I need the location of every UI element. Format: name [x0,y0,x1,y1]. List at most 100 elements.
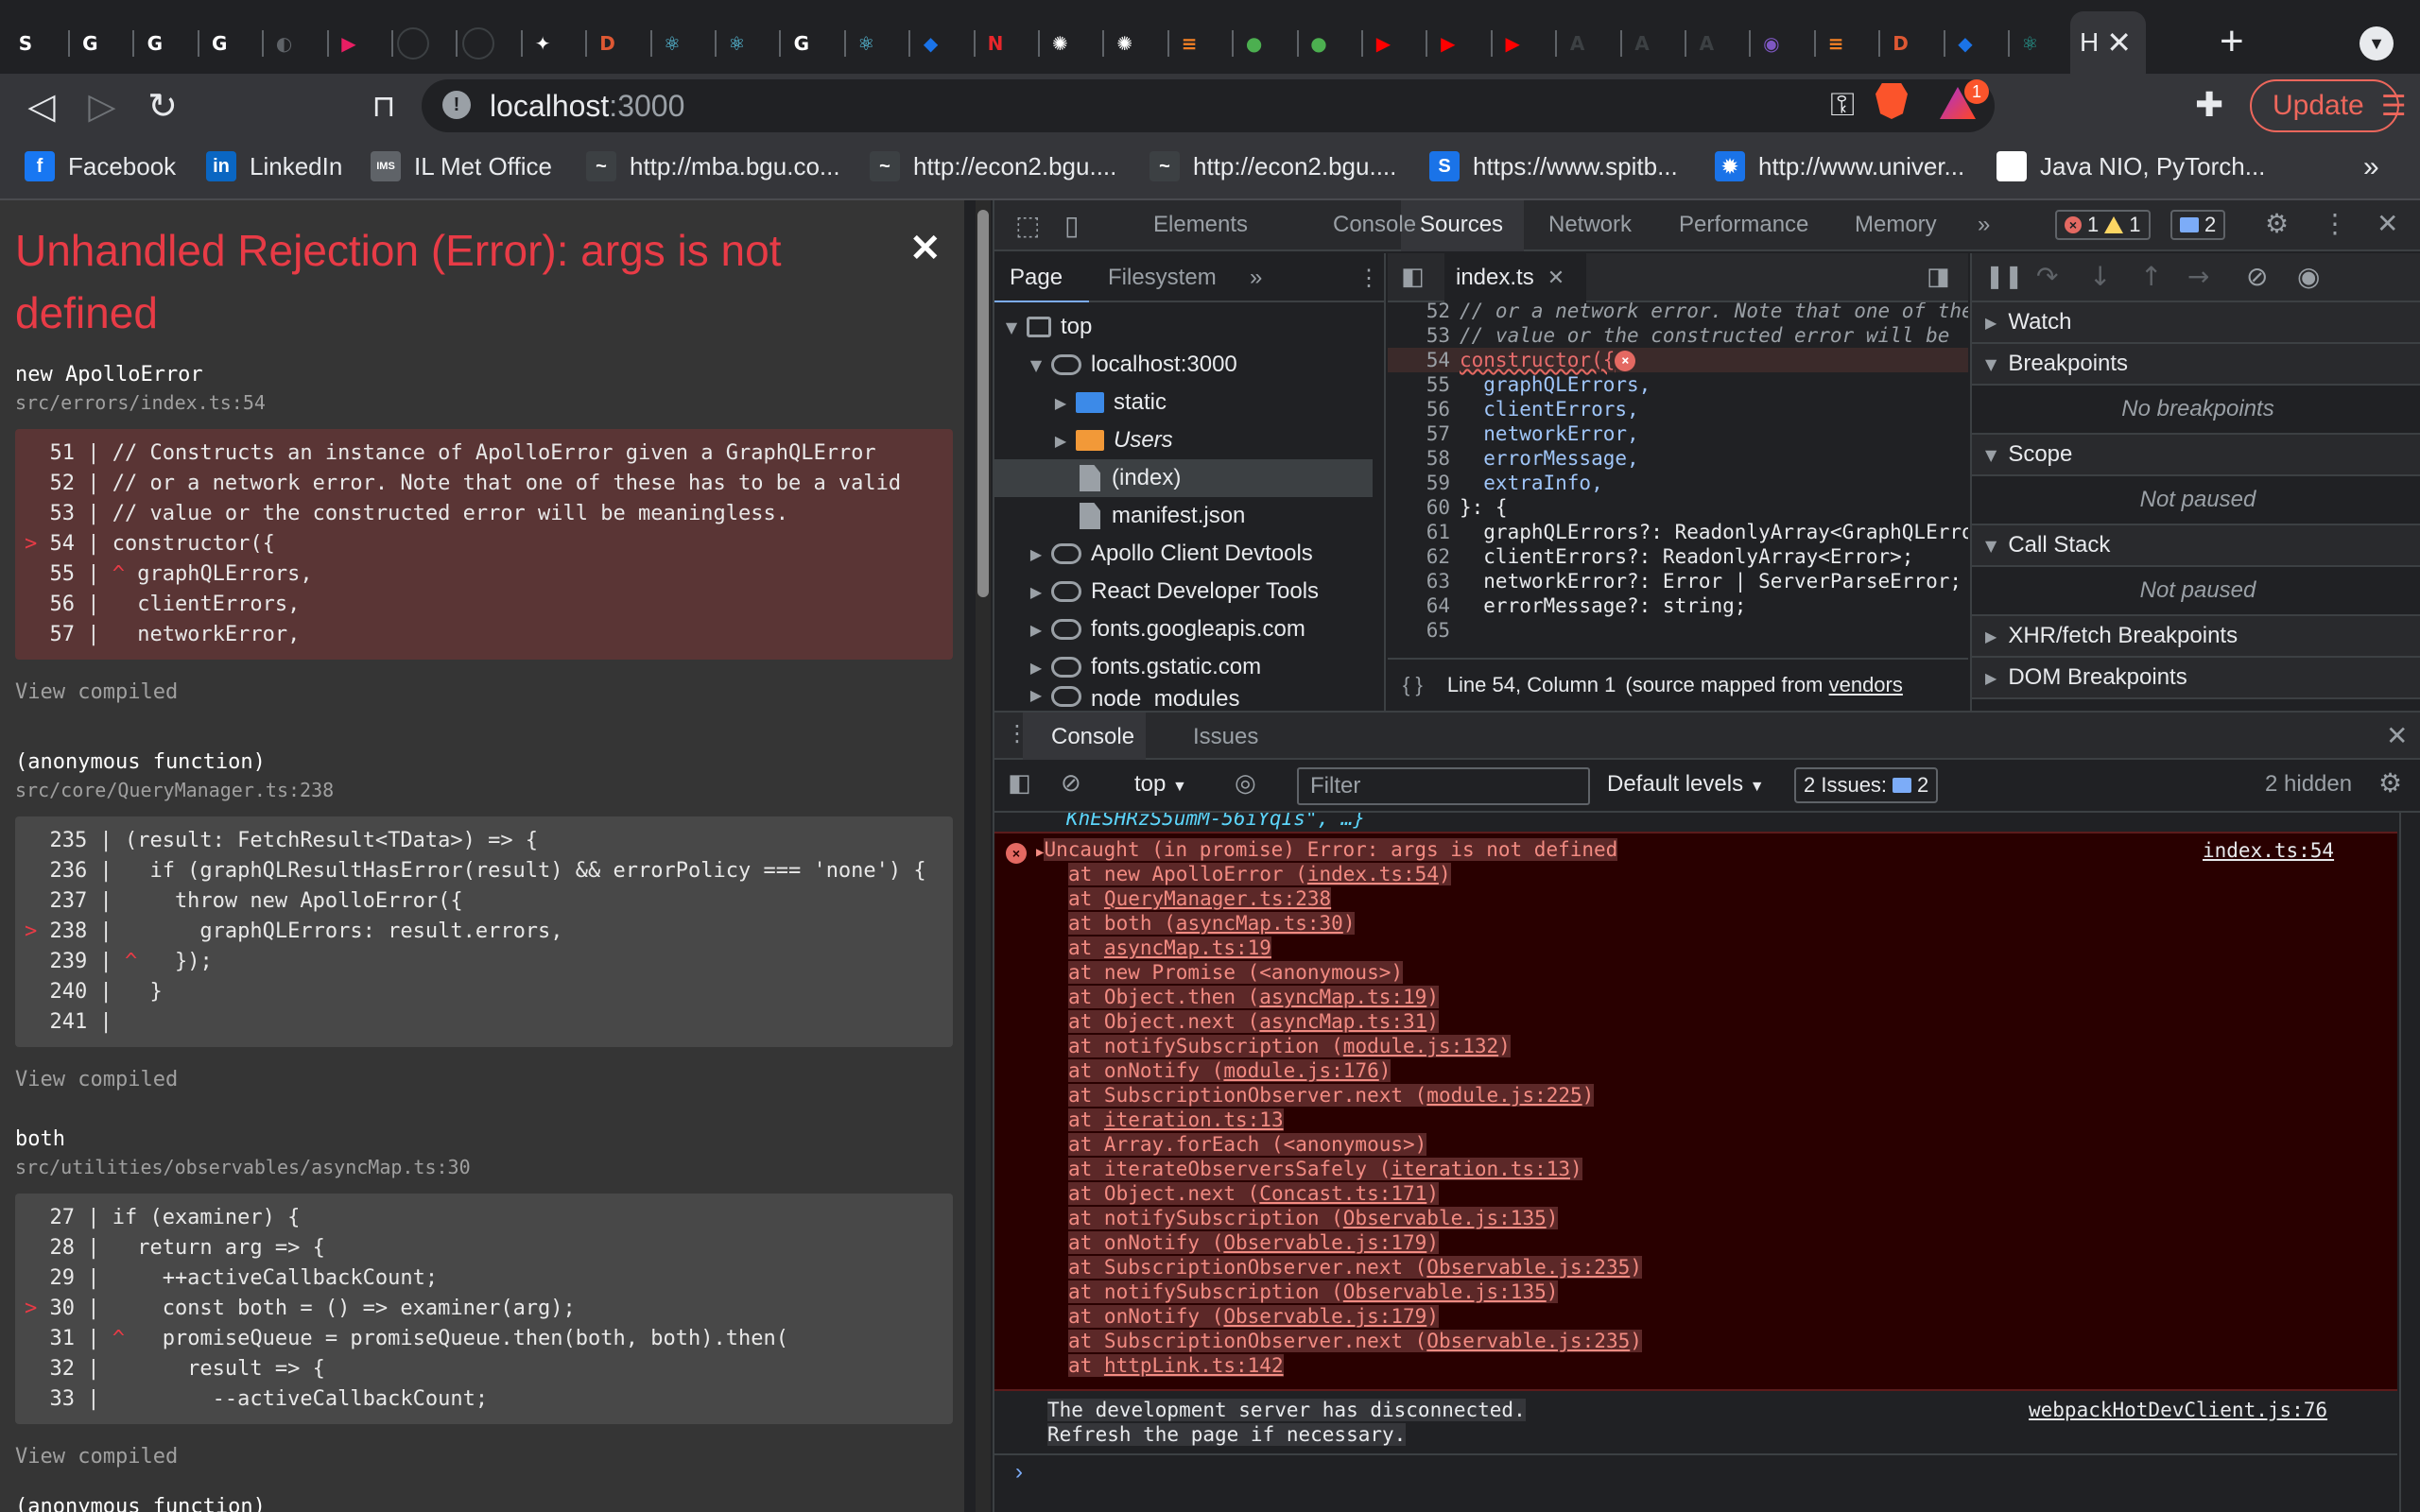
update-button[interactable]: Update ☰ [2250,79,2407,132]
line-number[interactable]: 65 [1388,618,1460,643]
stack-frame-link[interactable]: asyncMap.ts:19 [1259,986,1426,1008]
debugger-section-call-stack[interactable]: ▼ Call Stack [1972,525,2420,567]
line-number[interactable]: 61 [1388,520,1460,544]
stack-frame-link[interactable]: Observable.js:179 [1223,1231,1426,1254]
browser-tab[interactable]: G [203,21,265,66]
step-out-icon[interactable]: ↑ [2140,261,2162,292]
key-icon[interactable]: ⚿ [1830,87,1855,124]
tree-item[interactable]: ▶ fonts.gstatic.com [994,648,1373,686]
error-source-link[interactable]: index.ts:54 [2203,839,2334,862]
line-number[interactable]: 53 [1388,323,1460,348]
bookmark-item[interactable]: ~ http://econ2.bgu.... [1150,151,1396,181]
browser-tab[interactable]: ◆ [915,21,976,66]
debugger-section-watch[interactable]: ▶ Watch [1972,302,2420,344]
view-compiled-link[interactable]: View compiled [15,1068,178,1091]
stack-frame-link[interactable]: asyncMap.ts:31 [1259,1010,1426,1033]
toggle-navigator-icon[interactable]: ◧ [1401,263,1425,291]
pause-on-exceptions-icon[interactable]: ◉ [2297,261,2320,292]
expand-right-icon[interactable]: ▶ [1027,659,1046,677]
browser-tab[interactable]: ▶ [1367,21,1428,66]
stack-frame-link[interactable]: asyncMap.ts:30 [1176,912,1343,935]
bookmark-icon[interactable]: ⊓ [363,85,405,127]
console-scrollbar[interactable] [2399,813,2420,1512]
stack-frame-link[interactable]: Observable.js:179 [1223,1305,1426,1328]
tab-search-icon[interactable]: ▼ [2360,26,2394,60]
line-number[interactable]: 54 [1388,348,1460,372]
console-sidebar-icon[interactable]: ◧ [1008,769,1031,798]
more-bookmarks-icon[interactable]: » [2363,151,2379,183]
stack-frame-link[interactable]: Observable.js:135 [1343,1207,1547,1229]
expand-down-icon[interactable]: ▼ [1027,356,1046,374]
step-icon[interactable]: → [2187,261,2209,292]
browser-tab[interactable]: ✺ [1109,21,1169,66]
stack-frame-link[interactable]: module.js:176 [1223,1059,1378,1082]
browser-tab[interactable]: ◐ [268,21,329,66]
line-number[interactable]: 56 [1388,397,1460,421]
line-number[interactable]: 55 [1388,372,1460,397]
stack-frame-link[interactable]: Concast.ts:171 [1259,1182,1426,1205]
clear-console-icon[interactable]: ⊘ [1061,769,1081,798]
tab-page[interactable]: Page [1010,265,1063,291]
line-number[interactable]: 59 [1388,471,1460,495]
browser-tab[interactable]: ⚛ [850,21,911,66]
reload-button[interactable]: ↻ [142,85,183,127]
devtools-tab-sources[interactable]: Sources [1420,212,1503,238]
line-number[interactable]: 60 [1388,495,1460,520]
view-compiled-link[interactable]: View compiled [15,1445,178,1469]
step-into-icon[interactable]: ↓ [2089,261,2111,292]
bookmark-item[interactable]: ◈ Java NIO, PyTorch... [1996,151,2265,181]
forward-button[interactable]: ▷ [81,85,123,127]
back-button[interactable]: ◁ [21,85,62,127]
debugger-section-dom-breakpoints[interactable]: ▶ DOM Breakpoints [1972,658,2420,699]
context-selector[interactable]: top ▼ [1134,771,1187,798]
tree-item[interactable]: ▼ localhost:3000 [994,346,1373,384]
site-info-icon[interactable]: ! [442,91,471,119]
browser-tab[interactable]: S [9,21,70,66]
more-tabs-icon[interactable]: » [1978,212,1990,238]
expand-right-icon[interactable]: ▶ [1027,621,1046,639]
active-tab[interactable]: H ✕ [2070,11,2146,74]
error-warning-counter[interactable]: × 1 1 [2055,210,2151,240]
drawer-tab-console[interactable]: Console [1051,724,1134,750]
tree-item[interactable]: manifest.json [994,497,1373,535]
device-toolbar-icon[interactable]: ▯ [1064,210,1079,241]
stack-frame-link[interactable]: index.ts:54 [1307,863,1439,885]
line-number[interactable]: 62 [1388,544,1460,569]
stack-frame-link[interactable]: iteration.ts:13 [1391,1158,1570,1180]
new-tab-button[interactable]: + [2220,21,2244,62]
tab-filesystem[interactable]: Filesystem [1108,265,1217,291]
stack-frame-link[interactable]: Observable.js:235 [1426,1330,1630,1352]
expand-right-icon[interactable]: ▶ [1051,394,1070,412]
devtools-tab-performance[interactable]: Performance [1679,212,1808,238]
browser-tab[interactable]: ✦ [527,21,588,66]
debugger-section-breakpoints[interactable]: ▼ Breakpoints [1972,344,2420,386]
devtools-tab-console[interactable]: Console [1333,212,1416,238]
tree-item[interactable]: ▶ React Developer Tools [994,573,1373,610]
browser-tab[interactable] [461,21,523,66]
tree-item[interactable]: ▶ Users [994,421,1373,459]
bookmark-item[interactable]: ~ http://econ2.bgu.... [870,151,1116,181]
browser-tab[interactable]: ● [1303,21,1363,66]
bookmark-item[interactable]: ~ http://mba.bgu.co... [586,151,840,181]
live-expression-eye-icon[interactable]: ◎ [1235,769,1256,798]
browser-tab[interactable]: A [1626,21,1686,66]
browser-tab[interactable]: D [592,21,652,66]
browser-tab[interactable]: N [979,21,1040,66]
code-view[interactable]: 52// or a network error. Note that one o… [1388,302,1968,658]
browser-tab[interactable]: ● [1238,21,1299,66]
pretty-print-icon[interactable]: { } [1403,673,1423,697]
devtools-tab-memory[interactable]: Memory [1855,212,1937,238]
address-bar[interactable]: ! localhost:3000 ⚿ [422,79,1995,132]
tree-item[interactable]: ▶ static [994,384,1373,421]
close-drawer-icon[interactable]: ✕ [2386,720,2408,751]
view-compiled-link[interactable]: View compiled [15,680,178,704]
browser-tab[interactable]: ▶ [1432,21,1493,66]
close-tab-icon[interactable]: ✕ [2106,25,2132,60]
stack-frame-link[interactable]: module.js:225 [1426,1084,1582,1107]
more-navigator-tabs-icon[interactable]: » [1250,265,1262,291]
tree-item[interactable]: ▶ node_modules [994,686,1373,709]
expand-right-icon[interactable]: ▶ [1027,583,1046,601]
stack-frame-link[interactable]: httpLink.ts:142 [1104,1354,1284,1377]
stack-frame-link[interactable]: QueryManager.ts:238 [1104,887,1331,910]
settings-gear-icon[interactable]: ⚙ [2265,208,2289,239]
